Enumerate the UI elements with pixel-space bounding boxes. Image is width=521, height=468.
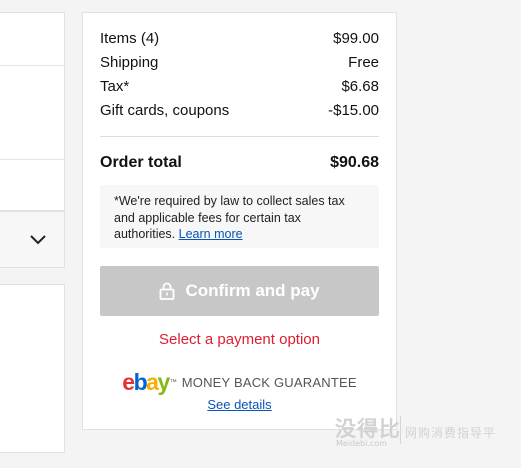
gift-label: Gift cards, coupons [100,102,230,119]
chevron-down-icon [30,235,46,245]
tax-label: Tax* [100,78,130,95]
ebay-logo: ebay [122,369,170,395]
divider [100,136,379,137]
gift-value: -$15.00 [328,102,379,119]
summary-row-items: Items (4) $99.00 [100,27,379,51]
confirm-and-pay-button[interactable]: Confirm and pay [100,266,379,316]
summary-row-shipping: Shipping Free [100,51,379,75]
shipping-payment-card [0,12,65,211]
order-total-row: Order total $90.68 [100,153,379,173]
shipping-label: Shipping [100,54,159,71]
shipping-value: Free [348,54,379,71]
lock-icon [160,282,175,300]
items-label: Items (4) [100,30,160,47]
summary-row-tax: Tax* $6.68 [100,75,379,99]
left-card-secondary [0,284,65,453]
summary-row-gift: Gift cards, coupons -$15.00 [100,99,379,123]
items-value: $99.00 [333,30,379,47]
divider [0,65,64,66]
watermark-url: Meidebi.com [336,439,387,448]
see-details-link[interactable]: See details [83,397,396,412]
learn-more-link[interactable]: Learn more [179,227,243,241]
tax-note: *We're required by law to collect sales … [100,185,379,248]
watermark-slogan: 网购消费指导平 [405,426,497,440]
watermark: 没得比 Meidebi.com 网购消费指导平 [335,413,521,453]
payment-error-message: Select a payment option [159,331,320,348]
payment-dropdown[interactable] [0,211,65,268]
left-column [0,12,65,453]
summary-rows: Items (4) $99.00 Shipping Free Tax* $6.6… [100,27,379,123]
order-total-label: Order total [100,154,182,171]
money-back-guarantee: ebay ™ MONEY BACK GUARANTEE [83,370,396,394]
trademark-mark: ™ [169,378,177,386]
order-total-value: $90.68 [330,154,379,171]
tax-value: $6.68 [341,78,379,95]
guarantee-text: MONEY BACK GUARANTEE [181,374,357,390]
order-summary-card: Items (4) $99.00 Shipping Free Tax* $6.6… [82,12,397,430]
divider [0,159,64,160]
watermark-divider [400,416,401,444]
confirm-label: Confirm and pay [185,281,320,300]
